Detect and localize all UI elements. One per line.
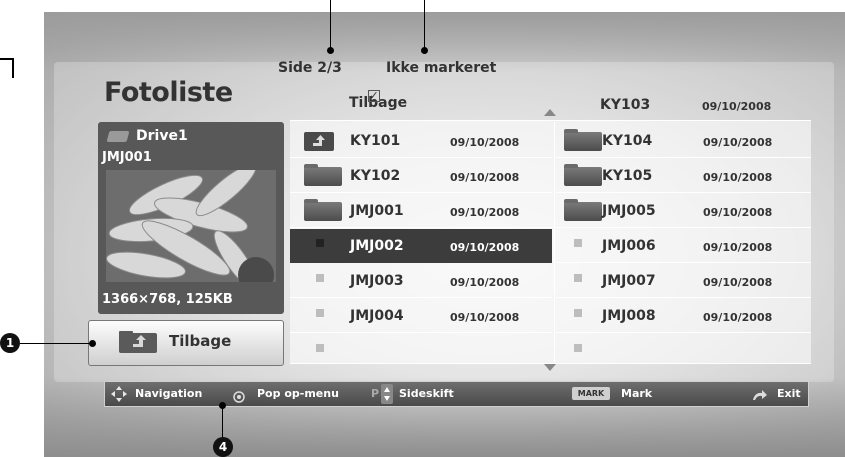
list-item[interactable]: KY101 09/10/2008 bbox=[290, 124, 552, 158]
item-name: JMJ004 bbox=[350, 308, 404, 324]
callout-badge-4: 4 bbox=[213, 437, 233, 457]
list-item-empty[interactable] bbox=[290, 334, 552, 368]
item-name: KY105 bbox=[602, 168, 653, 184]
folder-up-icon bbox=[304, 132, 334, 151]
list-item[interactable]: JMJ004 09/10/2008 bbox=[290, 299, 552, 333]
photo-thumb-icon bbox=[316, 274, 324, 282]
callout-line-4 bbox=[222, 405, 223, 439]
list-item[interactable]: JMJ008 09/10/2008 bbox=[556, 299, 811, 333]
bottom-help-bar: Navigation Pop op-menu P Sideskift MARK … bbox=[104, 381, 809, 407]
item-date: 09/10/2008 bbox=[450, 136, 520, 149]
navigation-arrows-icon bbox=[111, 386, 127, 406]
callout-dot-mark bbox=[421, 47, 428, 54]
page-title: Fotoliste bbox=[104, 77, 233, 108]
folder-icon bbox=[564, 199, 602, 221]
item-date: 09/10/2008 bbox=[450, 311, 520, 324]
item-date: 09/10/2008 bbox=[703, 136, 773, 149]
photo-thumb-icon bbox=[316, 309, 324, 317]
preview-filename: JMJ001 bbox=[102, 150, 152, 165]
drive-icon bbox=[106, 131, 130, 142]
item-date: 09/10/2008 bbox=[450, 276, 520, 289]
hint-mark: Mark bbox=[621, 387, 653, 400]
photo-thumb-icon bbox=[574, 274, 582, 282]
list-item[interactable]: JMJ006 09/10/2008 bbox=[556, 229, 811, 263]
page-corner-mark bbox=[0, 58, 14, 78]
folder-icon bbox=[304, 199, 342, 221]
item-date: 09/10/2008 bbox=[703, 241, 773, 254]
item-date: 09/10/2008 bbox=[703, 171, 773, 184]
list-item-selected[interactable]: JMJ002 09/10/2008 bbox=[290, 229, 552, 263]
hint-popup-menu: Pop op-menu bbox=[257, 387, 339, 400]
item-date: 09/10/2008 bbox=[703, 311, 773, 324]
item-name: KY101 bbox=[350, 133, 401, 149]
callout-badge-1: 1 bbox=[0, 333, 20, 353]
list-item[interactable]: JMJ007 09/10/2008 bbox=[556, 264, 811, 298]
exit-arrow-icon bbox=[751, 387, 769, 406]
preview-panel: Drive1 JMJ001 1366×768, 125KB bbox=[98, 122, 284, 314]
preview-resolution: 1366×768, 125KB bbox=[102, 292, 233, 307]
hint-exit: Exit bbox=[777, 387, 801, 400]
folder-icon bbox=[304, 164, 342, 186]
item-date: 09/10/2008 bbox=[450, 241, 520, 254]
header-right-date: 09/10/2008 bbox=[702, 100, 772, 113]
page-indicator: Side 2/3 bbox=[278, 60, 342, 76]
item-name: JMJ002 bbox=[350, 238, 404, 254]
photo-thumb-icon bbox=[574, 309, 582, 317]
callout-dot-page bbox=[327, 47, 334, 54]
item-date: 09/10/2008 bbox=[450, 171, 520, 184]
mark-status: Ikke markeret bbox=[386, 60, 497, 76]
item-name: JMJ007 bbox=[602, 273, 656, 289]
photo-thumb-icon bbox=[574, 344, 582, 352]
list-item[interactable]: KY104 09/10/2008 bbox=[556, 124, 811, 158]
circle-button-icon bbox=[233, 388, 245, 407]
header-right-name: KY103 bbox=[600, 97, 651, 113]
list-item[interactable]: JMJ001 09/10/2008 bbox=[290, 194, 552, 228]
hint-page-switch: Sideskift bbox=[399, 387, 454, 400]
folder-icon bbox=[564, 129, 602, 151]
callout-line-1 bbox=[20, 343, 92, 344]
item-name: JMJ008 bbox=[602, 308, 656, 324]
item-date: 09/10/2008 bbox=[703, 206, 773, 219]
checkbox-icon: ✓ bbox=[368, 89, 380, 102]
list-item[interactable]: JMJ005 09/10/2008 bbox=[556, 194, 811, 228]
page-key-label: P bbox=[371, 387, 380, 400]
scroll-down-icon[interactable] bbox=[544, 364, 556, 371]
folder-icon bbox=[564, 164, 602, 186]
scroll-up-icon[interactable] bbox=[544, 109, 556, 116]
list-item[interactable]: JMJ003 09/10/2008 bbox=[290, 264, 552, 298]
folder-up-icon bbox=[119, 331, 157, 357]
callout-line-page bbox=[330, 0, 331, 50]
item-date: 09/10/2008 bbox=[450, 206, 520, 219]
item-name: JMJ001 bbox=[350, 203, 404, 219]
callout-line-mark bbox=[424, 0, 425, 50]
item-date: 09/10/2008 bbox=[703, 276, 773, 289]
drive-name: Drive1 bbox=[136, 128, 188, 144]
item-name: JMJ006 bbox=[602, 238, 656, 254]
item-name: KY102 bbox=[350, 168, 401, 184]
item-name: JMJ003 bbox=[350, 273, 404, 289]
photo-thumb-icon bbox=[316, 239, 324, 247]
column-divider bbox=[554, 122, 555, 362]
hint-navigation: Navigation bbox=[135, 387, 203, 400]
back-button-label: Tilbage bbox=[169, 332, 232, 350]
item-name: JMJ005 bbox=[602, 203, 656, 219]
list-item[interactable]: KY105 09/10/2008 bbox=[556, 159, 811, 193]
callout-dot-1 bbox=[89, 340, 96, 347]
page-up-down-icon bbox=[381, 384, 393, 408]
list-item[interactable]: KY102 09/10/2008 bbox=[290, 159, 552, 193]
item-name: KY104 bbox=[602, 133, 653, 149]
photo-thumb-icon bbox=[316, 344, 324, 352]
mark-key-icon: MARK bbox=[572, 387, 610, 400]
preview-photo bbox=[106, 170, 276, 282]
list-item-empty[interactable] bbox=[556, 334, 811, 368]
back-button[interactable]: Tilbage bbox=[88, 320, 284, 366]
photo-thumb-icon bbox=[574, 239, 582, 247]
